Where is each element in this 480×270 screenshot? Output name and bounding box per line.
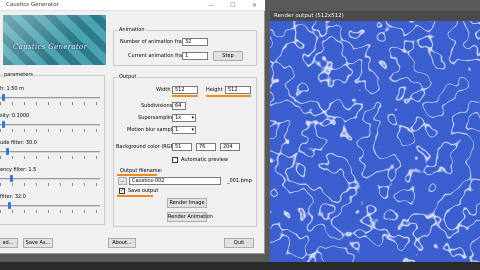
- supersampling-select[interactable]: 1x ▾: [172, 114, 196, 122]
- subdivisions-input[interactable]: 64: [172, 102, 186, 110]
- slider-label: filter: 32.0: [0, 194, 26, 200]
- slider-ticks: [0, 156, 100, 159]
- width-label: Width: [156, 87, 171, 93]
- slider-ticks: [0, 210, 100, 213]
- slider-label: ude filter: 30.0: [0, 140, 37, 146]
- logo-image: Caustics Generator: [3, 15, 106, 65]
- load-button[interactable]: ad...: [0, 238, 18, 248]
- slider-ticks: [0, 183, 100, 186]
- bg-red-input[interactable]: 51: [172, 143, 192, 151]
- render-image-button[interactable]: Render Image: [167, 198, 207, 208]
- output-group-label: Output: [118, 74, 138, 80]
- save-as-button[interactable]: Save As...: [23, 238, 53, 248]
- height-label: Height: [206, 87, 223, 93]
- motion-blur-value: 1: [175, 127, 179, 133]
- slider-thumb[interactable]: [2, 121, 5, 128]
- slider-track[interactable]: [0, 205, 100, 207]
- browse-button[interactable]: ...: [118, 177, 127, 185]
- auto-preview-checkbox[interactable]: [172, 157, 178, 163]
- parameters-group-label: parameters: [3, 72, 35, 78]
- motion-blur-label: Motion blur samples: [127, 127, 178, 133]
- bg-green-input[interactable]: 76: [196, 143, 216, 151]
- height-input[interactable]: 512: [225, 86, 251, 94]
- slider-thumb[interactable]: [2, 94, 5, 101]
- slider-label: sity: 0.1000: [0, 113, 30, 119]
- render-output-window: [270, 11, 480, 262]
- save-output-label: Save output: [128, 188, 159, 194]
- caustics-generator-window: Caustics Generator — ☐ ✕ Caustics Genera…: [0, 0, 265, 254]
- current-frame-input[interactable]: 1: [182, 52, 208, 60]
- taskbar: [0, 262, 480, 270]
- window-title: Caustics Generator: [6, 2, 59, 8]
- slider-label: ency filter: 1.5: [0, 167, 37, 173]
- quit-button[interactable]: Quit: [224, 238, 254, 248]
- chevron-down-icon: ▾: [191, 115, 194, 121]
- current-frame-label: Current animation frame: [128, 53, 190, 59]
- slider-ticks: [0, 102, 100, 105]
- render-animation-button[interactable]: Render Animation: [167, 212, 213, 222]
- width-highlight: [172, 95, 198, 97]
- slider-track[interactable]: [0, 97, 100, 99]
- slider-ticks: [0, 129, 100, 132]
- caustics-render-image: [270, 11, 480, 262]
- slider-thumb[interactable]: [10, 175, 13, 182]
- maximize-button[interactable]: ☐: [230, 2, 235, 9]
- render-window-title: Render output (512x512): [270, 11, 480, 21]
- bg-color-label: Background color (RGB): [116, 144, 176, 150]
- supersampling-label: Supersampling: [138, 115, 176, 121]
- slider-label: h: 1.50 m: [0, 86, 25, 92]
- filename-highlight: [117, 174, 157, 176]
- bg-blue-input[interactable]: 204: [220, 143, 240, 151]
- frames-input[interactable]: 32: [182, 38, 208, 46]
- save-output-highlight: [117, 195, 153, 197]
- title-bar: Caustics Generator — ☐ ✕: [0, 0, 265, 11]
- filename-suffix: _001.bmp: [227, 178, 252, 184]
- width-input[interactable]: 512: [172, 86, 198, 94]
- slider-thumb[interactable]: [6, 148, 9, 155]
- subdivisions-label: Subdivisions: [141, 103, 173, 109]
- filename-input[interactable]: Caustics-002: [129, 177, 221, 185]
- save-output-checkbox[interactable]: ✓: [119, 188, 125, 194]
- close-button[interactable]: ✕: [252, 2, 257, 9]
- supersampling-value: 1x: [175, 115, 182, 121]
- slider-track[interactable]: [0, 178, 100, 180]
- step-button[interactable]: Step: [213, 51, 243, 61]
- auto-preview-label: Automatic preview: [181, 157, 228, 163]
- motion-blur-select[interactable]: 1 ▾: [172, 126, 196, 134]
- slider-track[interactable]: [0, 124, 100, 126]
- about-button[interactable]: About...: [108, 238, 136, 248]
- slider-thumb[interactable]: [8, 202, 11, 209]
- logo-text: Caustics Generator: [13, 43, 88, 51]
- slider-track[interactable]: [0, 151, 100, 153]
- animation-group-label: Animation: [118, 27, 146, 33]
- minimize-button[interactable]: —: [208, 2, 214, 9]
- chevron-down-icon: ▾: [191, 127, 194, 133]
- height-highlight: [206, 95, 251, 97]
